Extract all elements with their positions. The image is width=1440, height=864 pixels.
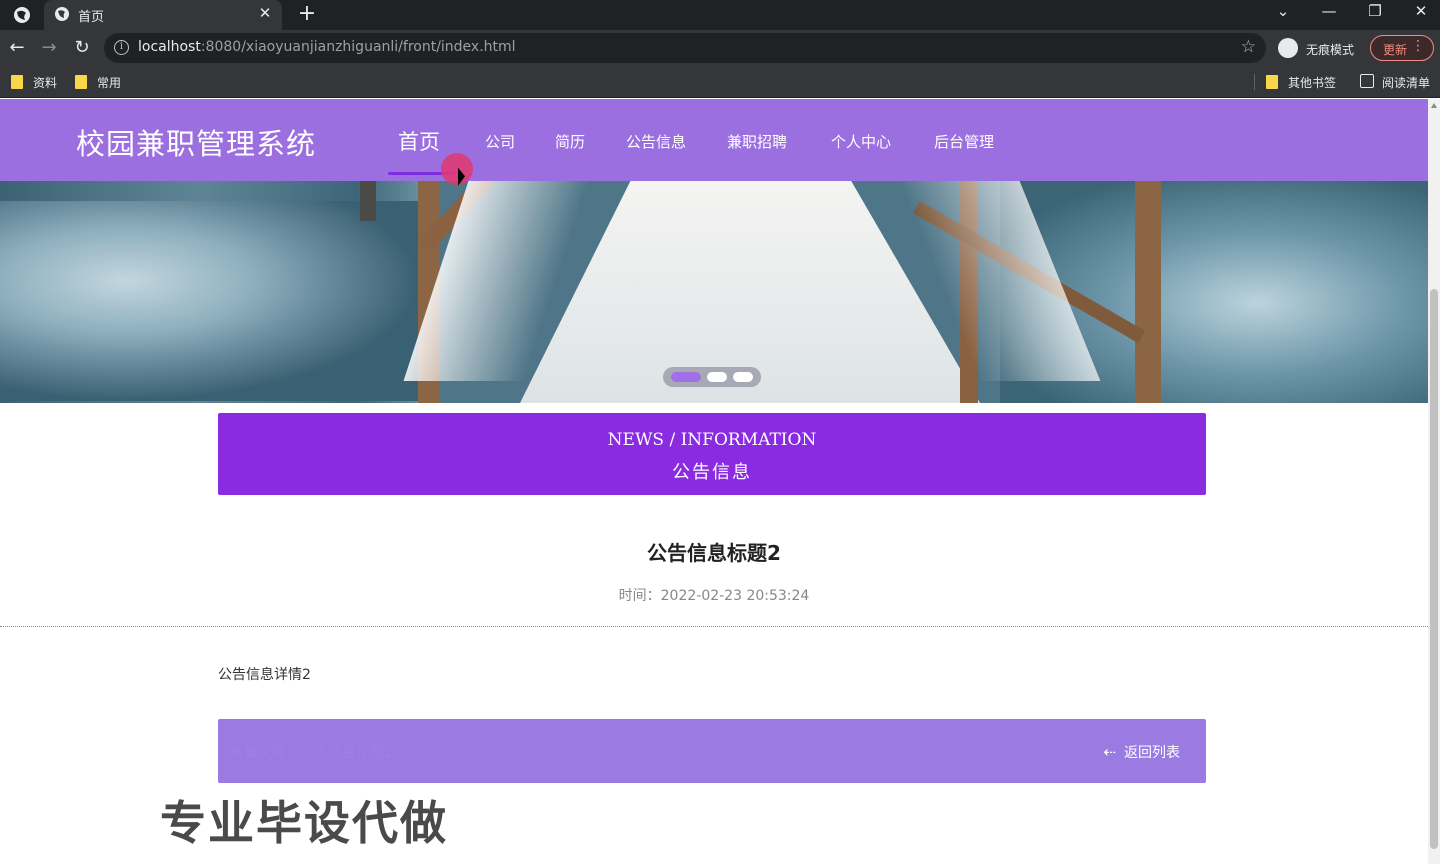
carousel-dot[interactable] (707, 372, 727, 382)
tab-search-icon[interactable]: ⌄ (1271, 2, 1295, 20)
current-article-label: 本篇文章：公告信息标题2 (230, 745, 393, 761)
banner-image-part (360, 181, 376, 221)
globe-icon (55, 7, 69, 21)
browser-toolbar: ← → ↻ i localhost:8080/xiaoyuanjianzhigu… (0, 30, 1440, 66)
article-body: 公告信息详情2 (218, 667, 311, 683)
bookmarks-divider (1254, 74, 1255, 90)
reload-icon[interactable]: ↻ (72, 38, 92, 58)
folder-icon (11, 75, 23, 89)
tab-title: 首页 (78, 10, 105, 25)
watermark-text: 专业毕设代做 (160, 796, 448, 850)
mouse-highlight (441, 153, 473, 185)
browser-menu-icon[interactable] (12, 5, 32, 25)
carousel-banner[interactable] (0, 181, 1428, 403)
restore-button[interactable]: ❐ (1363, 2, 1387, 20)
site-info-icon[interactable]: i (114, 40, 129, 55)
nav-item-jobs[interactable]: 兼职招聘 (727, 131, 787, 152)
back-arrow-icon[interactable]: ← (7, 38, 27, 58)
update-label: 更新 (1383, 43, 1408, 57)
bookmark-label: 阅读清单 (1382, 76, 1431, 90)
news-header-cn: 公告信息 (672, 462, 752, 483)
nav-item-notices[interactable]: 公告信息 (626, 131, 686, 152)
address-bar[interactable]: i localhost:8080/xiaoyuanjianzhiguanli/f… (104, 33, 1266, 63)
bookmark-label: 资料 (33, 76, 58, 90)
site-title: 校园兼职管理系统 (76, 127, 317, 161)
minimize-button[interactable]: — (1317, 2, 1341, 20)
update-button[interactable]: 更新 ⋮ (1370, 35, 1434, 61)
new-tab-button[interactable]: + (296, 2, 318, 26)
carousel-dot[interactable] (671, 372, 701, 382)
bookmark-label: 其他书签 (1288, 76, 1337, 90)
carousel-dot[interactable] (733, 372, 753, 382)
mouse-cursor-icon (458, 167, 465, 189)
tab-close-icon[interactable]: ✕ (256, 4, 274, 22)
incognito-label: 无痕模式 (1306, 43, 1355, 57)
reading-list-icon (1360, 74, 1374, 88)
nav-item-home[interactable]: 首页 (398, 126, 440, 156)
news-header-en: NEWS / INFORMATION (607, 430, 817, 450)
scrollbar-thumb[interactable] (1430, 289, 1438, 849)
page-scrollbar[interactable] (1428, 99, 1440, 864)
incognito-icon (1278, 38, 1298, 58)
carousel-indicators (663, 367, 761, 387)
browser-tab[interactable]: 首页 ✕ (44, 0, 282, 30)
back-to-list-label: 返回列表 (1124, 745, 1180, 761)
article-divider (0, 626, 1428, 627)
folder-icon (1266, 75, 1278, 89)
scroll-up-icon[interactable] (1431, 103, 1437, 108)
page-viewport: 校园兼职管理系统 首页 公司 简历 公告信息 兼职招聘 个人中心 后台管理 NE… (0, 99, 1428, 864)
site-header: 校园兼职管理系统 首页 公司 简历 公告信息 兼职招聘 个人中心 后台管理 (0, 99, 1428, 181)
close-window-button[interactable]: ✕ (1409, 2, 1433, 20)
nav-item-resume[interactable]: 简历 (555, 131, 585, 152)
nav-item-company[interactable]: 公司 (485, 131, 515, 152)
back-to-list-button[interactable]: ⇠ 返回列表 (1103, 742, 1180, 762)
bookmark-star-icon[interactable]: ☆ (1241, 37, 1256, 57)
browser-tab-strip: 首页 ✕ + ⌄ — ❐ ✕ (0, 0, 1440, 30)
banner-image-part (1135, 181, 1161, 403)
bookmarks-bar: 资料 常用 其他书签 阅读清单 (0, 66, 1440, 98)
url-text[interactable]: localhost:8080/xiaoyuanjianzhiguanli/fro… (138, 39, 516, 55)
arrow-left-icon: ⇠ (1103, 743, 1116, 761)
bookmark-label: 常用 (97, 76, 122, 90)
nav-item-admin[interactable]: 后台管理 (934, 131, 994, 152)
article-time: 时间：2022-02-23 20:53:24 (618, 588, 810, 604)
article-footer-bar: 本篇文章：公告信息标题2 ⇠ 返回列表 (218, 719, 1206, 783)
more-menu-icon: ⋮ (1411, 38, 1425, 54)
banner-image-part (0, 201, 420, 401)
forward-arrow-icon[interactable]: → (39, 38, 59, 58)
folder-icon (75, 75, 87, 89)
news-section-header: NEWS / INFORMATION 公告信息 (218, 413, 1206, 495)
nav-item-personal-center[interactable]: 个人中心 (831, 131, 891, 152)
article-title: 公告信息标题2 (647, 541, 781, 565)
